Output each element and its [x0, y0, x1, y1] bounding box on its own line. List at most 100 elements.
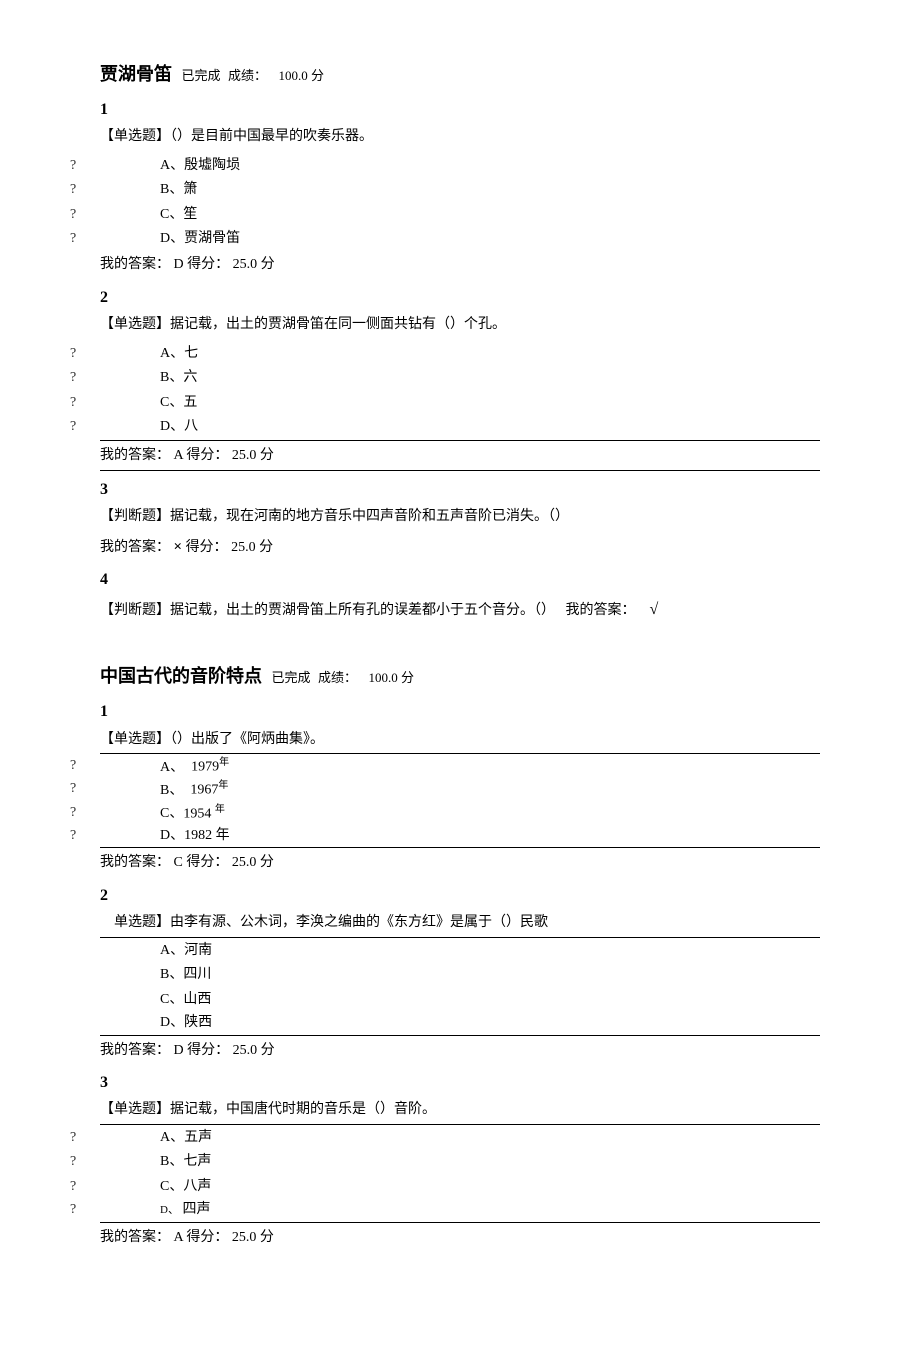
- section-score: 100.0 分: [369, 670, 415, 685]
- answer-line: 我的答案： A 得分： 25.0 分: [100, 1227, 820, 1249]
- option-letter: C、: [160, 804, 183, 824]
- option-letter: C、: [160, 392, 183, 414]
- question-number: 1: [100, 699, 820, 725]
- option-row: ?C、五: [100, 392, 820, 414]
- option-letter: A、: [160, 343, 184, 365]
- option-suffix: 年: [216, 828, 230, 843]
- question-prompt: 【单选题】（）出版了《阿炳曲集》。: [100, 729, 820, 754]
- option-bullet: ?: [70, 155, 76, 177]
- answer-score-label: 得分：: [187, 257, 229, 272]
- question-text: 【判断题】据记载，出土的贾湖骨笛上所有孔的误差都小于五个音分。（）: [100, 603, 555, 618]
- option-text: 笙: [183, 207, 197, 222]
- answer-line: 我的答案： × 得分： 25.0 分: [100, 535, 820, 559]
- question-number: 3: [100, 1070, 820, 1096]
- answer-line: 我的答案： D 得分： 25.0 分: [100, 1040, 820, 1062]
- option-letter: A、: [160, 940, 184, 962]
- question-number: 2: [100, 883, 820, 909]
- option-letter: B、: [160, 781, 183, 801]
- option-row: ?A、殷墟陶埙: [100, 155, 820, 177]
- option-row: ?D、八: [100, 416, 820, 441]
- option-bullet: ?: [70, 392, 76, 414]
- option-letter: D、: [160, 826, 184, 846]
- option-suffix: 年: [215, 804, 225, 815]
- answer-score: 25.0 分: [233, 257, 275, 272]
- answer-letter: A: [174, 448, 183, 463]
- option-letter: C、: [160, 1176, 183, 1198]
- answer-letter: D: [174, 257, 184, 272]
- option-row: D、陕西: [100, 1013, 820, 1036]
- option-bullet: ?: [70, 367, 76, 389]
- answer-score: 25.0 分: [232, 855, 274, 870]
- option-bullet: ?: [70, 416, 76, 438]
- option-row: ?C、八声: [100, 1176, 820, 1198]
- section-header: 中国古代的音阶特点 已完成 成绩： 100.0 分: [100, 662, 820, 691]
- option-text: 河南: [184, 943, 212, 958]
- option-row: C、山西: [100, 989, 820, 1011]
- answer-score-label: 得分：: [186, 540, 228, 555]
- option-bullet: ?: [70, 826, 76, 846]
- option-text: 陕西: [184, 1015, 212, 1030]
- section-title: 中国古代的音阶特点: [100, 666, 262, 686]
- option-letter: A、: [160, 758, 184, 778]
- check-icon: √: [650, 601, 659, 618]
- option-letter: B、: [160, 1151, 183, 1173]
- option-row: ?A、七: [100, 343, 820, 365]
- answer-prefix: 我的答案：: [100, 1230, 170, 1245]
- option-bullet: ?: [70, 803, 76, 823]
- option-letter: B、: [160, 964, 183, 986]
- section-status: 已完成: [182, 68, 221, 83]
- answer-prefix: 我的答案：: [100, 1043, 170, 1058]
- option-letter: B、: [160, 367, 183, 389]
- option-row: ?D、1982 年: [100, 826, 820, 849]
- option-text: 五: [183, 395, 197, 410]
- question-prompt: 【单选题】（）是目前中国最早的吹奏乐器。: [100, 126, 820, 148]
- answer-score-label: 得分：: [186, 448, 228, 463]
- answer-score-label: 得分：: [186, 1230, 228, 1245]
- option-row: ?C、笙: [100, 204, 820, 226]
- section-score-label: 成绩：: [228, 68, 267, 83]
- option-bullet: ?: [70, 1151, 76, 1173]
- option-text: 八声: [183, 1179, 211, 1194]
- answer-letter: C: [174, 855, 183, 870]
- option-row: B、四川: [100, 964, 820, 986]
- question-number: 1: [100, 97, 820, 123]
- answer-prefix: 我的答案：: [100, 855, 170, 870]
- option-bullet: ?: [70, 1127, 76, 1149]
- option-text: 1954: [183, 806, 211, 821]
- question-prompt: 【单选题】据记载，出土的贾湖骨笛在同一侧面共钻有（）个孔。: [100, 314, 820, 336]
- option-text: 七声: [183, 1154, 211, 1169]
- option-bullet: ?: [70, 1200, 76, 1220]
- option-text: 四声: [182, 1202, 210, 1217]
- option-bullet: ?: [70, 1176, 76, 1198]
- option-text: 七: [184, 346, 198, 361]
- option-bullet: ?: [70, 756, 76, 776]
- question-number: 3: [100, 477, 820, 503]
- question-prompt: 【判断题】据记载，出土的贾湖骨笛上所有孔的误差都小于五个音分。（） 我的答案： …: [100, 597, 820, 623]
- option-suffix: 年: [219, 757, 229, 768]
- option-row: A、河南: [100, 940, 820, 962]
- section-2: 中国古代的音阶特点 已完成 成绩： 100.0 分 1 【单选题】（）出版了《阿…: [100, 662, 820, 1249]
- option-letter: A、: [160, 155, 184, 177]
- option-row: ?A、五声: [100, 1127, 820, 1149]
- option-text: 贾湖骨笛: [184, 231, 240, 246]
- answer-score: 25.0 分: [231, 540, 273, 555]
- option-text: 六: [183, 370, 197, 385]
- option-text: 1967: [190, 783, 218, 798]
- section-title: 贾湖骨笛: [100, 64, 172, 84]
- option-text: 箫: [183, 182, 197, 197]
- question-number: 2: [100, 285, 820, 311]
- option-text: 1979: [191, 760, 219, 775]
- option-row: ?B、 1967年: [100, 779, 820, 800]
- answer-line: 我的答案： A 得分： 25.0 分: [100, 445, 820, 470]
- answer-prefix: 我的答案：: [100, 540, 170, 555]
- question-prompt: 【判断题】据记载，现在河南的地方音乐中四声音阶和五声音阶已消失。（）: [100, 506, 820, 528]
- answer-line: 我的答案： C 得分： 25.0 分: [100, 852, 820, 874]
- option-text: 五声: [184, 1130, 212, 1145]
- option-text: 山西: [183, 992, 211, 1007]
- answer-letter: A: [174, 1230, 183, 1245]
- option-letter: A、: [160, 1127, 184, 1149]
- answer-score: 25.0 分: [233, 1043, 275, 1058]
- option-bullet: ?: [70, 779, 76, 799]
- option-letter: B、: [160, 179, 183, 201]
- section-score-label: 成绩：: [318, 670, 357, 685]
